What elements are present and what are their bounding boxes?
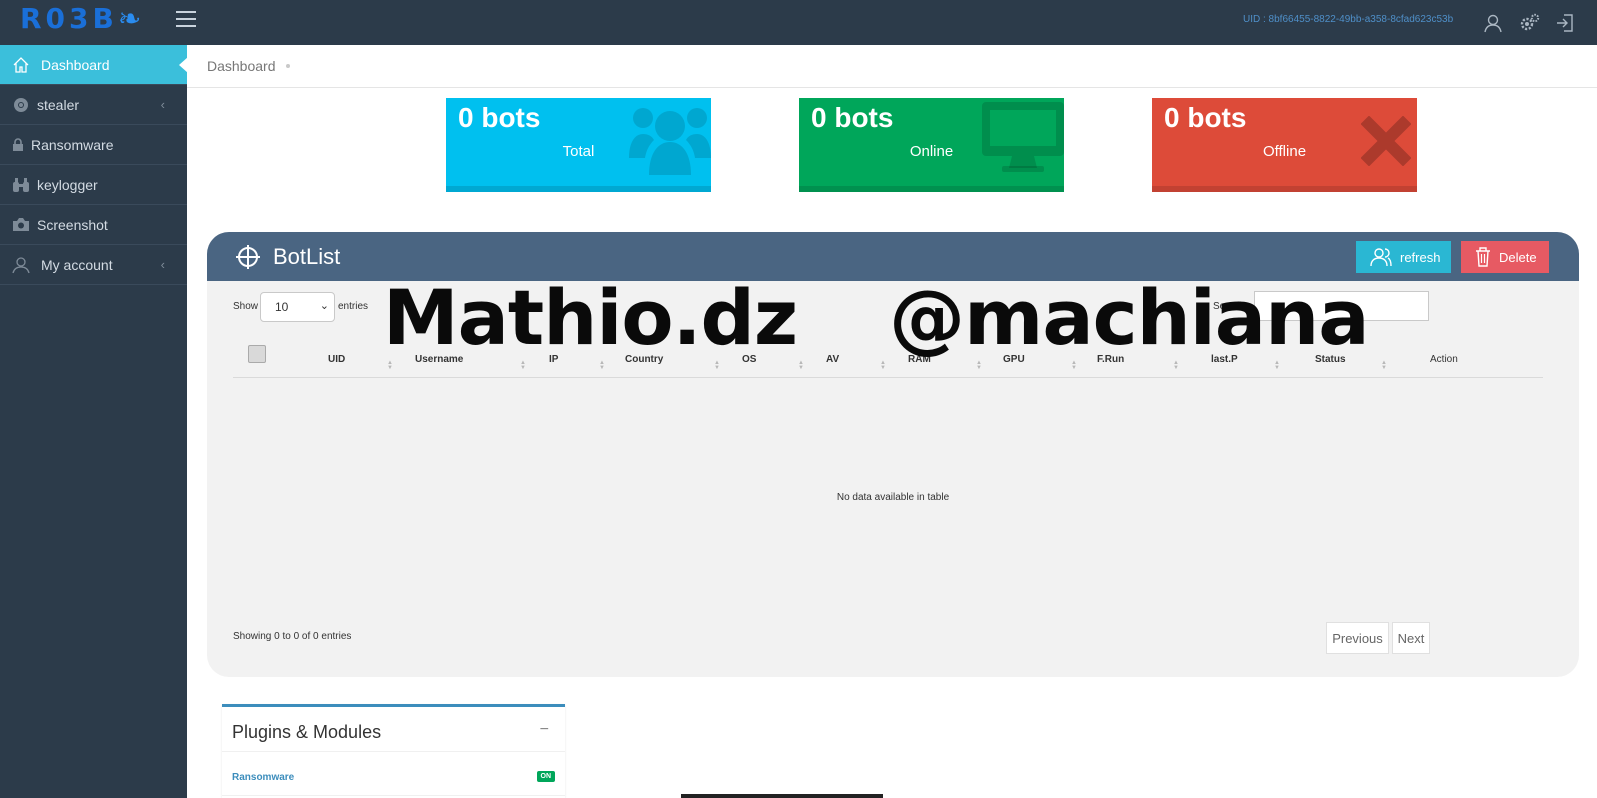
sort-icon: ▲ ▼ <box>520 360 526 371</box>
empty-table-message: No data available in table <box>836 492 950 503</box>
sort-icon: ▲ ▼ <box>880 360 886 371</box>
next-page-button[interactable]: Next <box>1392 622 1430 654</box>
collapse-minus-icon[interactable]: − <box>540 721 549 739</box>
uid-label: UID : 8bf66455-8822-49bb-a358-8cfad623c5… <box>1243 14 1454 25</box>
sidebar-item-ransomware[interactable]: Ransomware <box>0 125 187 165</box>
home-icon <box>12 56 30 74</box>
stat-count: 0 bots <box>811 102 894 133</box>
stat-card-online: 0 bots Online <box>799 98 1064 192</box>
lock-icon <box>12 136 24 154</box>
stat-count: 0 bots <box>458 102 541 133</box>
show-label: Show <box>233 301 259 312</box>
column-header-uid[interactable]: UID <box>328 354 345 365</box>
status-badge: ON <box>536 771 555 782</box>
chrome-icon <box>12 96 30 114</box>
sort-icon: ▲ ▼ <box>1274 360 1280 371</box>
refresh-label: refresh <box>1400 249 1441 265</box>
crosshair-icon <box>235 244 261 270</box>
sidebar-item-keylogger[interactable]: keylogger <box>0 165 187 205</box>
sidebar: Dashboard stealer ‹ Ransomware keylogger… <box>0 45 188 798</box>
plugins-title: Plugins & Modules <box>232 722 382 742</box>
user-icon <box>12 256 30 274</box>
flame-icon: ❧ <box>117 2 146 35</box>
sidebar-item-label: stealer <box>37 96 80 113</box>
sort-icon: ▲ ▼ <box>1071 360 1077 371</box>
bottom-scroll-bar <box>681 794 883 798</box>
botlist-title: BotList <box>273 244 341 269</box>
entries-select[interactable]: 10 ⌄ <box>260 292 335 322</box>
watermark-left: Mathio.dz <box>383 273 798 362</box>
sidebar-item-label: My account <box>41 256 113 273</box>
sort-icon: ▲ ▼ <box>599 360 605 371</box>
watermark-right: @machiana <box>889 273 1369 362</box>
sort-icon: ▲ ▼ <box>387 360 393 371</box>
sort-icon: ▲ ▼ <box>798 360 804 371</box>
chevron-left-icon: ‹ <box>160 97 165 112</box>
plugin-item-ransomware[interactable]: Ransomware <box>232 772 294 783</box>
breadcrumb-separator <box>285 64 290 68</box>
sort-icon: ▲ ▼ <box>714 360 720 371</box>
delete-label: Delete <box>1499 249 1537 265</box>
plugins-box: Plugins & Modules − Ransomware ON <box>222 704 565 798</box>
monitor-icon <box>982 100 1064 179</box>
chevron-down-icon: ⌄ <box>319 300 329 312</box>
sidebar-item-label: Dashboard <box>41 56 110 73</box>
sidebar-item-stealer[interactable]: stealer ‹ <box>0 85 187 125</box>
user-profile-icon[interactable] <box>1483 13 1503 33</box>
chevron-left-icon: ‹ <box>160 257 165 272</box>
top-navbar: R03B❧ UID : 8bf66455-8822-49bb-a358-8cfa… <box>0 0 1597 45</box>
sidebar-item-label: Screenshot <box>37 216 108 233</box>
sidebar-item-dashboard[interactable]: Dashboard <box>0 45 188 85</box>
logout-icon[interactable] <box>1555 13 1575 33</box>
sort-icon: ▲ ▼ <box>1381 360 1387 371</box>
camera-icon <box>12 216 30 234</box>
sort-icon: ▲ ▼ <box>976 360 982 371</box>
users-icon <box>629 100 711 183</box>
stat-card-offline: 0 bots Offline <box>1152 98 1417 192</box>
entries-select-value: 10 <box>275 300 289 314</box>
breadcrumb-current[interactable]: Dashboard <box>207 58 276 74</box>
menu-toggle-icon[interactable] <box>176 11 196 29</box>
column-header-action: Action <box>1430 354 1458 365</box>
entries-label: entries <box>338 301 369 312</box>
delete-button[interactable]: Delete <box>1461 241 1549 273</box>
sidebar-item-screenshot[interactable]: Screenshot <box>0 205 187 245</box>
binoculars-icon <box>12 176 30 194</box>
sort-icon: ▲ ▼ <box>1173 360 1179 371</box>
sidebar-item-my-account[interactable]: My account ‹ <box>0 245 187 285</box>
table-info: Showing 0 to 0 of 0 entries <box>233 631 352 642</box>
stat-count: 0 bots <box>1164 102 1247 133</box>
select-all-checkbox[interactable] <box>248 345 266 363</box>
users-refresh-icon <box>1370 248 1392 267</box>
app-logo[interactable]: R03B❧ <box>20 2 145 35</box>
watermark-overlay: Mathio.dz @machiana <box>383 273 1369 362</box>
close-x-icon <box>1360 115 1412 171</box>
refresh-button[interactable]: refresh <box>1356 241 1451 273</box>
stat-card-total: 0 bots Total <box>446 98 711 192</box>
previous-page-button[interactable]: Previous <box>1326 622 1389 654</box>
breadcrumb: Dashboard <box>187 45 1597 88</box>
sidebar-item-label: keylogger <box>37 176 98 193</box>
sidebar-item-label: Ransomware <box>31 136 114 153</box>
settings-gears-icon[interactable] <box>1519 13 1540 33</box>
trash-icon <box>1476 247 1490 267</box>
